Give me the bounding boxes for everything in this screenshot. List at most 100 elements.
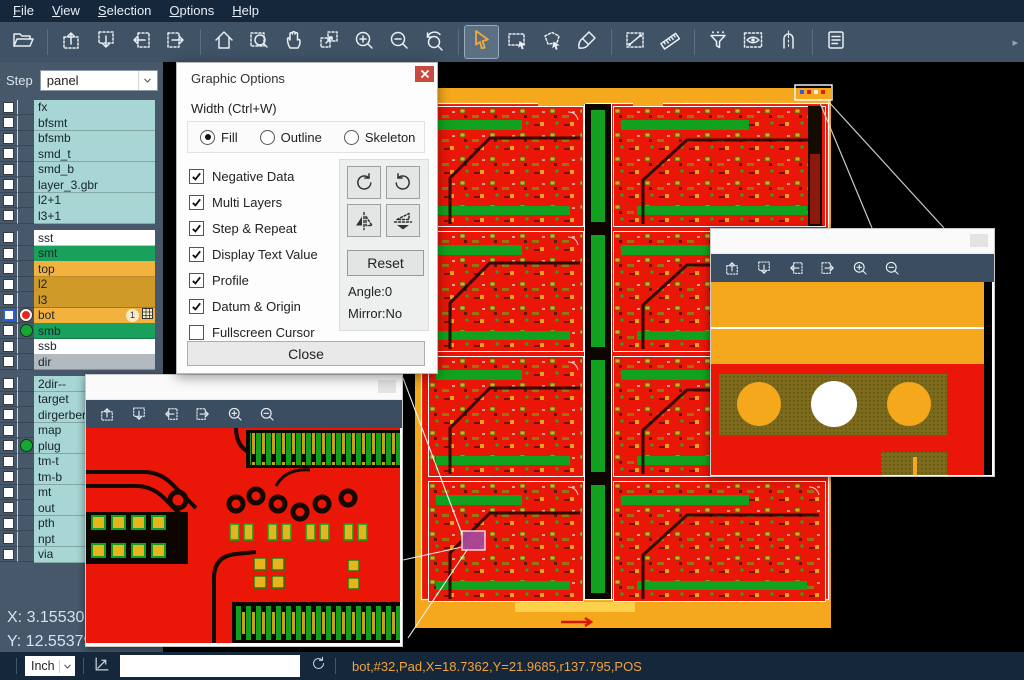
- flip-h-button[interactable]: [347, 204, 381, 237]
- menu-options[interactable]: Options: [160, 0, 223, 22]
- pan-right-button[interactable]: [190, 402, 216, 426]
- window-button[interactable]: [970, 234, 988, 247]
- layer-checkbox-smb[interactable]: [3, 325, 14, 336]
- flip-v-button[interactable]: [386, 204, 420, 237]
- layer-name-sst[interactable]: sst: [34, 230, 155, 246]
- layer-name-l2[interactable]: l2: [34, 277, 155, 293]
- zoom-window-right[interactable]: [710, 228, 995, 477]
- layer-checkbox-plug[interactable]: [3, 440, 14, 451]
- layer-checkbox-l3+1[interactable]: [3, 210, 14, 221]
- pan-left-button[interactable]: [783, 256, 809, 280]
- zoom-in-button[interactable]: [847, 256, 873, 280]
- select-rectangle-button[interactable]: [500, 26, 533, 58]
- layer-checkbox-ssb[interactable]: [3, 341, 14, 352]
- layer-checkbox-via[interactable]: [3, 549, 14, 560]
- close-button[interactable]: Close: [187, 341, 425, 366]
- layer-name-l3[interactable]: l3: [34, 292, 155, 308]
- measure-distance-button[interactable]: [618, 26, 651, 58]
- report-button[interactable]: [819, 26, 852, 58]
- radio-outline[interactable]: Outline: [260, 130, 322, 145]
- layer-name-l2+1[interactable]: l2+1: [34, 193, 155, 209]
- close-icon[interactable]: [415, 66, 434, 82]
- command-input[interactable]: [120, 655, 300, 677]
- layer-checkbox-dirgerber[interactable]: [3, 409, 14, 420]
- window-button[interactable]: [378, 380, 396, 393]
- layer-checkbox-l3[interactable]: [3, 294, 14, 305]
- pan-hand-button[interactable]: [277, 26, 310, 58]
- layer-name-l3+1[interactable]: l3+1: [34, 208, 155, 224]
- pan-down-button[interactable]: [751, 256, 777, 280]
- view-options-button[interactable]: [736, 26, 769, 58]
- refresh-icon[interactable]: [310, 655, 327, 677]
- home-view-button[interactable]: [207, 26, 240, 58]
- zoom-window-left-titlebar[interactable]: [86, 375, 402, 400]
- zoom-window-left-content[interactable]: [86, 428, 400, 643]
- select-button[interactable]: [465, 26, 498, 58]
- toolbar-overflow-chevron-icon[interactable]: ▸: [1012, 36, 1018, 49]
- open-button[interactable]: [6, 26, 39, 58]
- layer-name-smt[interactable]: smt: [34, 246, 155, 262]
- zoom-window-left[interactable]: [85, 374, 403, 647]
- reset-button[interactable]: Reset: [347, 250, 424, 276]
- layer-checkbox-bfsmt[interactable]: [3, 117, 14, 128]
- layer-checkbox-smt[interactable]: [3, 248, 14, 259]
- corner-angle-icon[interactable]: [92, 654, 112, 679]
- drag-view-button[interactable]: [312, 26, 345, 58]
- pan-left-button[interactable]: [124, 26, 157, 58]
- pan-left-button[interactable]: [158, 402, 184, 426]
- menu-file[interactable]: File: [4, 0, 43, 22]
- layer-name-bfsmt[interactable]: bfsmt: [34, 115, 155, 131]
- layer-checkbox-sst[interactable]: [3, 232, 14, 243]
- layer-checkbox-tm-b[interactable]: [3, 471, 14, 482]
- pan-right-button[interactable]: [815, 256, 841, 280]
- check-multi-layers[interactable]: Multi Layers: [189, 189, 339, 215]
- layer-name-bot[interactable]: bot1: [34, 308, 155, 324]
- layer-checkbox-tm-t[interactable]: [3, 456, 14, 467]
- pan-down-button[interactable]: [126, 402, 152, 426]
- layer-checkbox-smd_b[interactable]: [3, 164, 14, 175]
- layer-name-bfsmb[interactable]: bfsmb: [34, 131, 155, 147]
- layer-name-layer_3.gbr[interactable]: layer_3.gbr: [34, 177, 155, 193]
- rotate-cw-button[interactable]: [347, 166, 381, 199]
- pan-up-button[interactable]: [54, 26, 87, 58]
- radio-fill[interactable]: Fill: [200, 130, 238, 145]
- layer-checkbox-bfsmb[interactable]: [3, 133, 14, 144]
- pan-up-button[interactable]: [94, 402, 120, 426]
- rotate-ccw-button[interactable]: [386, 166, 420, 199]
- layer-checkbox-dir[interactable]: [3, 356, 14, 367]
- chevron-down-icon[interactable]: [59, 660, 75, 673]
- layer-checkbox-2dir--[interactable]: [3, 378, 14, 389]
- menu-selection[interactable]: Selection: [89, 0, 160, 22]
- clean-brush-button[interactable]: [570, 26, 603, 58]
- layer-checkbox-l2+1[interactable]: [3, 195, 14, 206]
- zoom-out-button[interactable]: [879, 256, 905, 280]
- zoom-window-right-content[interactable]: [711, 282, 992, 475]
- layer-checkbox-top[interactable]: [3, 263, 14, 274]
- layer-checkbox-npt[interactable]: [3, 533, 14, 544]
- grid-icon[interactable]: [142, 308, 153, 322]
- layer-checkbox-fx[interactable]: [3, 102, 14, 113]
- zoom-window-button[interactable]: [242, 26, 275, 58]
- layer-checkbox-mt[interactable]: [3, 487, 14, 498]
- layer-checkbox-smd_t[interactable]: [3, 148, 14, 159]
- zoom-in-button[interactable]: [347, 26, 380, 58]
- check-negative-data[interactable]: Negative Data: [189, 163, 339, 189]
- layer-checkbox-target[interactable]: [3, 394, 14, 405]
- layer-name-smd_t[interactable]: smd_t: [34, 146, 155, 162]
- net-jump-button[interactable]: [771, 26, 804, 58]
- unit-combobox[interactable]: Inch: [25, 656, 75, 676]
- check-step-repeat[interactable]: Step & Repeat: [189, 215, 339, 241]
- select-polygon-button[interactable]: [535, 26, 568, 58]
- chevron-down-icon[interactable]: [138, 71, 157, 90]
- pan-up-button[interactable]: [719, 256, 745, 280]
- pan-down-button[interactable]: [89, 26, 122, 58]
- check-datum-origin[interactable]: Datum & Origin: [189, 293, 339, 319]
- layer-name-dir[interactable]: dir: [34, 354, 155, 370]
- layer-name-smd_b[interactable]: smd_b: [34, 162, 155, 178]
- filter-button[interactable]: [701, 26, 734, 58]
- layer-name-smb[interactable]: smb: [34, 323, 155, 339]
- zoom-previous-button[interactable]: [417, 26, 450, 58]
- ruler-button[interactable]: [653, 26, 686, 58]
- check-profile[interactable]: Profile: [189, 267, 339, 293]
- zoom-window-right-titlebar[interactable]: [711, 229, 994, 254]
